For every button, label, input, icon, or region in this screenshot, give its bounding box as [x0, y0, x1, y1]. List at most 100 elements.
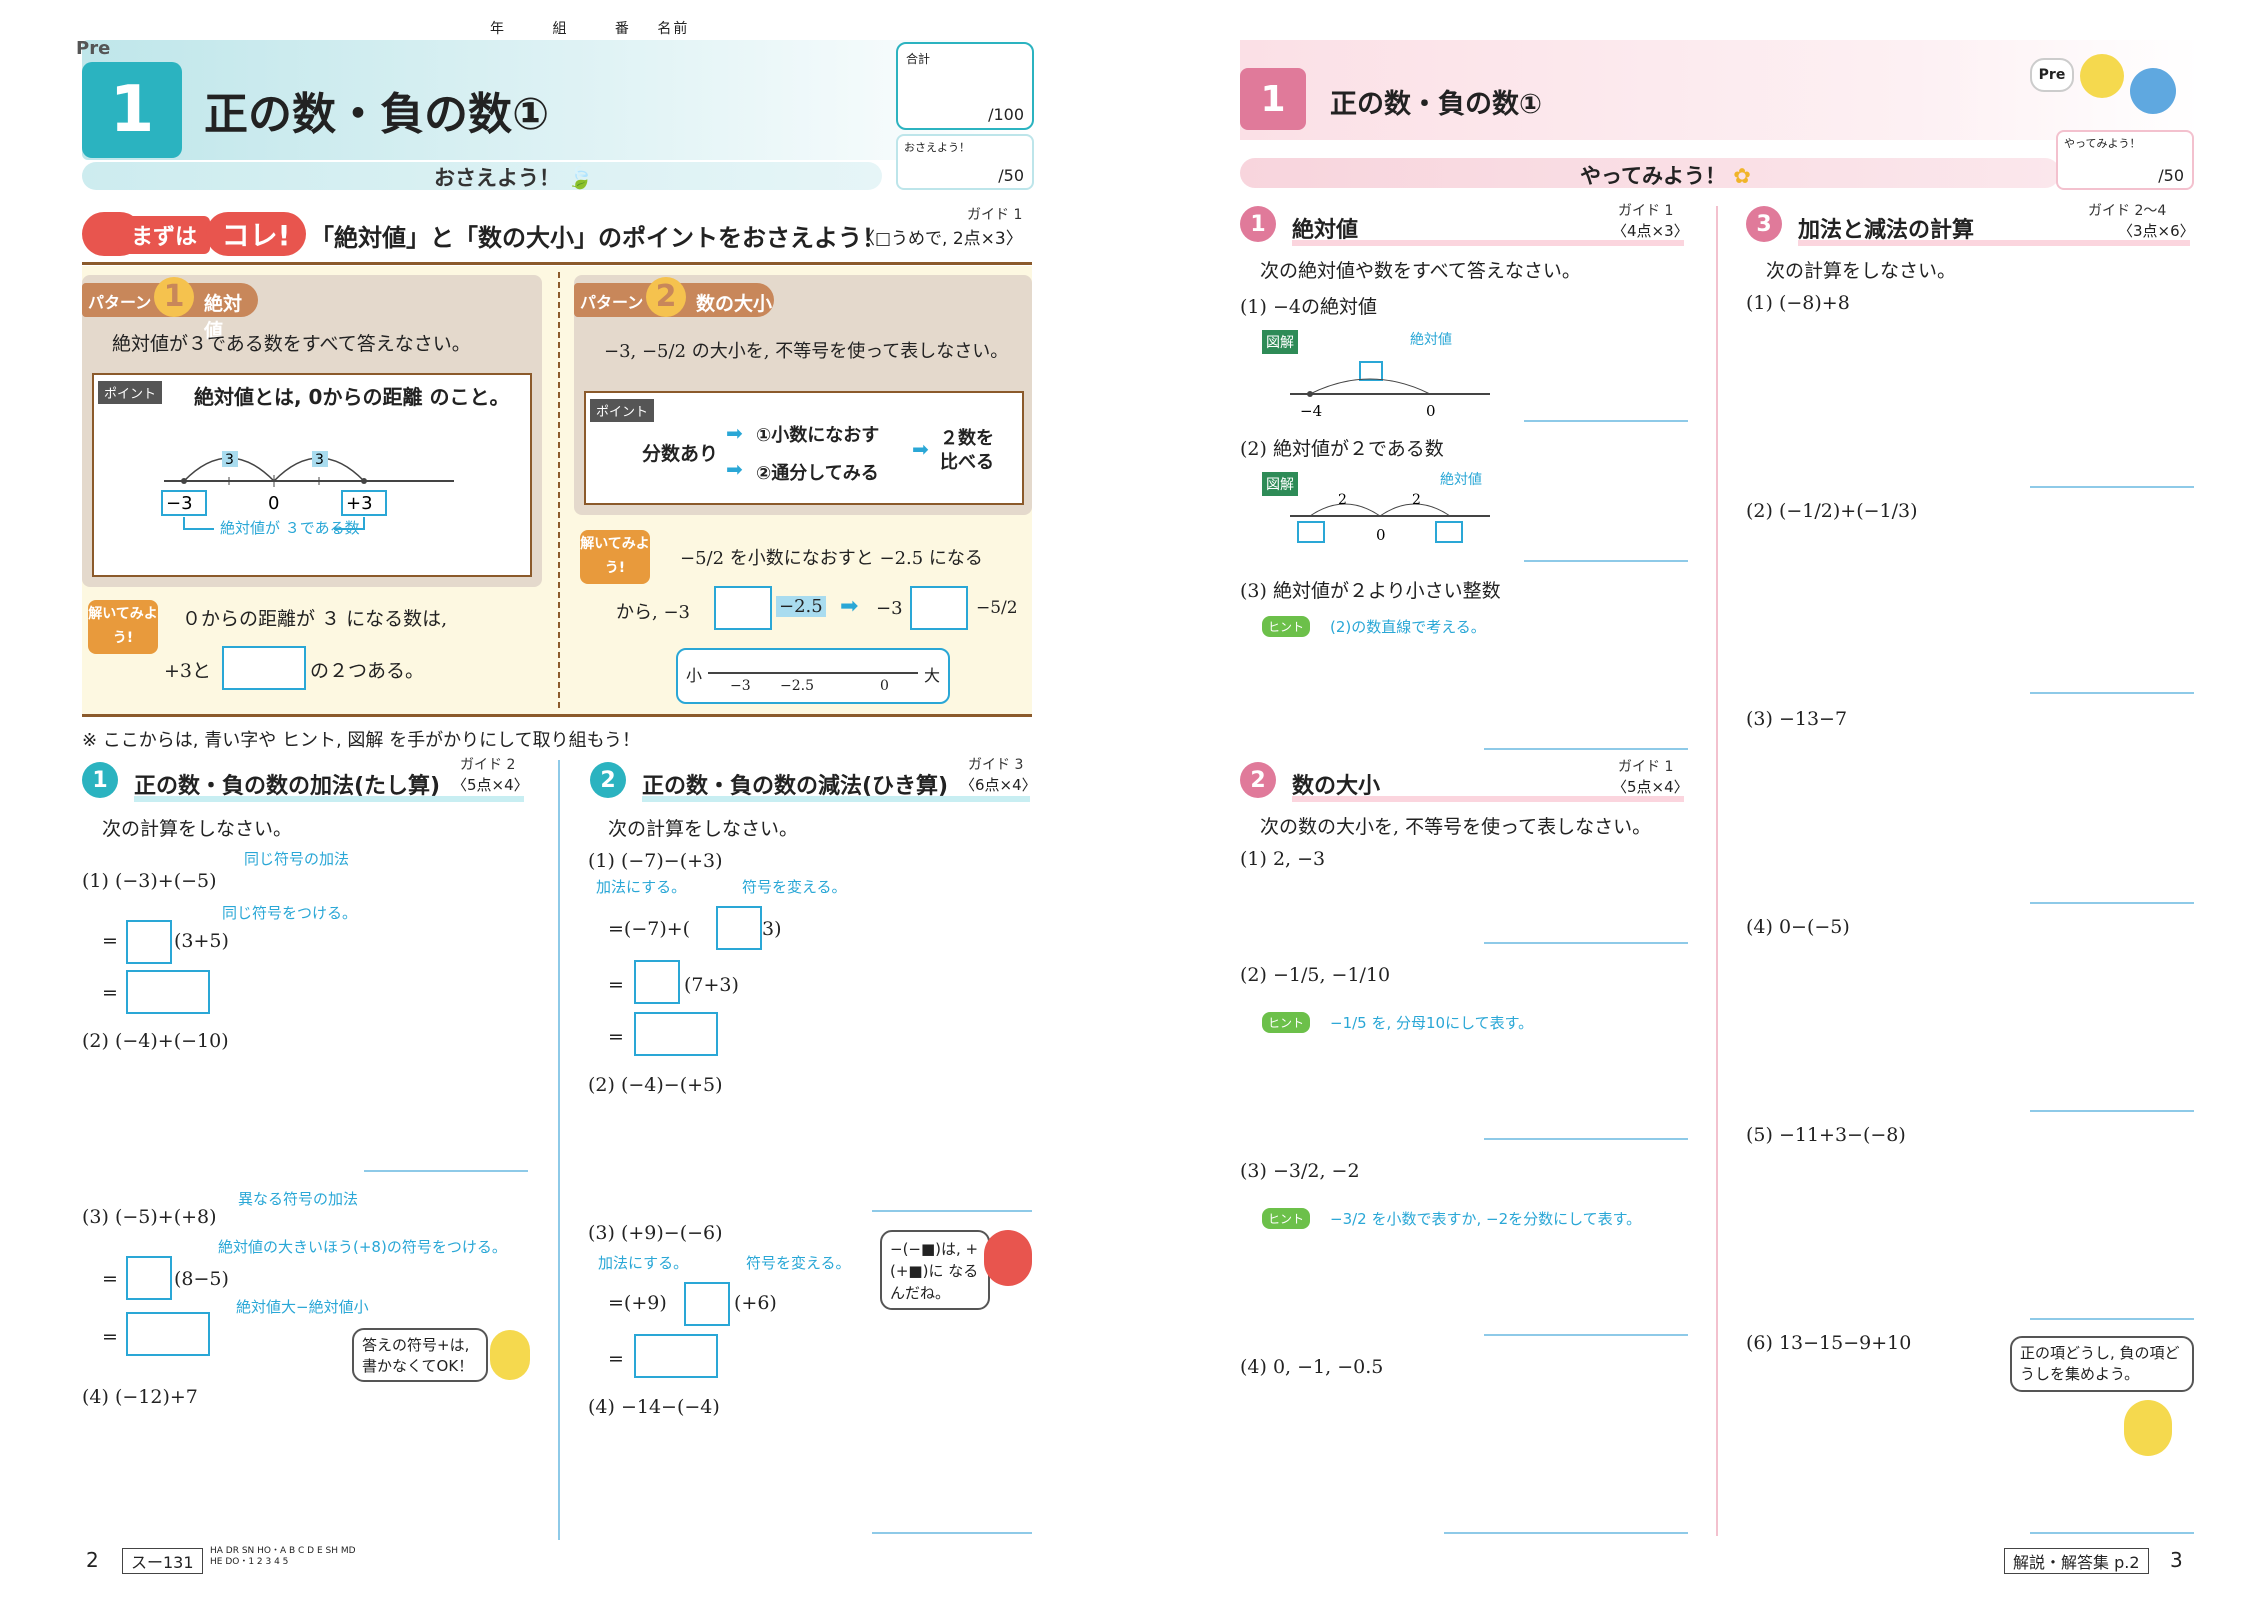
pattern1-num: 1 — [154, 277, 194, 317]
sec1-q3-sign-box[interactable] — [126, 1256, 172, 1300]
hint-icon: ヒント — [1262, 1208, 1311, 1229]
r-sec3-q6-answer-line[interactable] — [2030, 1532, 2194, 1534]
r-sec1-q3-answer-line[interactable] — [1484, 748, 1688, 750]
r-sec3-q4-answer-line[interactable] — [2030, 1110, 2194, 1112]
r-sec3-bubble: 正の項どうし, 負の項どうしを集めよう。 — [2010, 1336, 2194, 1392]
pattern2-point: ポイント 分数あり ➡ ➡ ①小数になおす ②通分してみる ➡ ２数を比べる — [584, 391, 1024, 505]
sec2-q2-answer-line[interactable] — [872, 1210, 1032, 1212]
toite2-box2[interactable] — [910, 586, 968, 630]
d1-label: 絶対値 — [1410, 332, 1452, 348]
sec2-points: 〈6点×4〉 — [960, 776, 1037, 794]
toite1-badge: 解いてみよう! — [88, 600, 158, 654]
pre-label: Pre — [76, 38, 111, 59]
r-sec3-q3-answer-line[interactable] — [2030, 902, 2194, 904]
unit-number: 1 — [82, 62, 182, 158]
sec1-q1-sign-box[interactable] — [126, 920, 172, 964]
arrow-icon: ➡ — [726, 457, 743, 481]
score-total-value: /100 — [988, 105, 1024, 124]
pattern2-opt1: ①小数になおす — [756, 425, 880, 446]
r-sec1-diagram2: 絶対値 2 2 0 — [1290, 472, 1490, 544]
sec2-num: 2 — [590, 762, 626, 798]
arrow-icon: ➡ — [912, 437, 929, 461]
sec2-q3: (3) (+9)−(−6) — [588, 1222, 723, 1244]
mazu-badge: まずは — [118, 216, 210, 254]
r-sec2-q2-answer-line[interactable] — [1484, 1138, 1688, 1140]
r-score-value: /50 — [2158, 166, 2184, 185]
p1-arc-right: 3 — [315, 452, 324, 468]
score-total-box[interactable]: 合計 /100 — [896, 42, 1034, 130]
sec1-bubble: 答えの符号+は, 書かなくてOK！ — [352, 1328, 488, 1382]
mazu-guide[interactable]: ガイド 1 — [967, 204, 1022, 224]
r-sec1-q1-answer-line[interactable] — [1524, 420, 1688, 422]
pattern1-label: パターン — [88, 293, 152, 312]
r-sec2-q1-answer-line[interactable] — [1484, 942, 1688, 944]
sec1-points: 〈5点×4〉 — [452, 776, 529, 794]
r-sec2-q3-answer-line[interactable] — [1484, 1334, 1688, 1336]
p1-arc-left: 3 — [225, 452, 234, 468]
toite1-answer-box[interactable] — [222, 646, 306, 690]
p1-caption: 絶対値が ３である数 — [220, 519, 360, 535]
sec2-q3-sign-box[interactable] — [684, 1282, 730, 1326]
sec1-q4: (4) (−12)+7 — [82, 1386, 198, 1408]
pattern1-tab: パターン 1 絶対値 — [82, 277, 258, 342]
sec2-q1-sign-box2[interactable] — [634, 960, 680, 1004]
r-sec3-q5-answer-line[interactable] — [2030, 1318, 2194, 1320]
score-osae-box[interactable]: おさえよう！ /50 — [896, 134, 1034, 190]
r-sec1-q2-answer-line[interactable] — [1524, 560, 1688, 562]
toite2-box1[interactable] — [714, 586, 772, 630]
pattern2-label: パターン — [580, 293, 644, 312]
sec1-q3-step: (8−5) — [174, 1268, 229, 1290]
strawberry-icon — [984, 1230, 1032, 1286]
pattern1-point: ポイント 絶対値とは, 0からの距離 のこと。 3 3 −3 0 +3 絶対値が… — [92, 373, 532, 577]
pattern1-question: 絶対値が３である数をすべて答えなさい。 — [112, 333, 471, 355]
sec2-guide[interactable]: ガイド 3 — [968, 754, 1023, 774]
score-osae-value: /50 — [998, 166, 1024, 185]
p1-right-val: +3 — [346, 493, 373, 514]
kore-badge: コレ! — [206, 212, 306, 256]
toite2-line2a: から, −3 — [616, 602, 690, 623]
numline-small: 小 — [686, 666, 703, 685]
bee-flowers-icon — [2080, 48, 2190, 130]
r-sec3-q2-answer-line[interactable] — [2030, 692, 2194, 694]
sec2-q4-answer-line[interactable] — [872, 1532, 1032, 1534]
sec2-q1-step1b: 3) — [762, 918, 782, 940]
r-score-box[interactable]: やってみよう！ /50 — [2056, 130, 2194, 190]
pattern2-point-label: ポイント — [590, 399, 655, 422]
sec1-q2-answer-line[interactable] — [364, 1170, 528, 1172]
sec2-q3-step1a: =(+9) — [608, 1292, 667, 1314]
toite2-line2c: −3 — [876, 598, 903, 619]
r-sec3-q1-answer-line[interactable] — [2030, 486, 2194, 488]
sec1-q3-note3: 絶対値大−絶対値小 — [236, 1298, 369, 1316]
sec1-q1-answer-box[interactable] — [126, 970, 210, 1014]
sec2-underline — [642, 796, 1030, 802]
r-sec3-num: 3 — [1746, 206, 1782, 242]
hint-icon: ヒント — [1262, 1012, 1311, 1033]
r-sec2-guide[interactable]: ガイド 1 — [1618, 756, 1673, 776]
r-yatte-label: やってみよう！ ✿ — [1580, 164, 1751, 188]
sec2-q3-answer-box[interactable] — [634, 1334, 718, 1378]
toite2-line2b: −2.5 — [776, 596, 826, 617]
sec1-guide[interactable]: ガイド 2 — [460, 754, 515, 774]
right-column-divider — [1716, 206, 1718, 1536]
d2-zero: 0 — [1376, 526, 1386, 544]
field-number: 番 — [614, 21, 631, 37]
numline-b: −2.5 — [780, 678, 814, 694]
r-sec2-q4-answer-line[interactable] — [1444, 1532, 1688, 1534]
bee-icon — [2124, 1400, 2172, 1456]
r-sec1-hint3: (2)の数直線で考える。 — [1330, 618, 1486, 636]
r-sec1-guide[interactable]: ガイド 1 — [1618, 200, 1673, 220]
field-year: 年 — [490, 21, 506, 37]
sec2-q1-sign-box[interactable] — [716, 906, 762, 950]
pattern1-card: パターン 1 絶対値 絶対値が３である数をすべて答えなさい。 ポイント 絶対値と… — [82, 275, 542, 587]
r-sec1-q1: (1) −4の絶対値 — [1240, 296, 1377, 318]
numline-axis — [708, 672, 918, 674]
sec2-q1-answer-box[interactable] — [634, 1012, 718, 1056]
left-page-number: 2 — [86, 1548, 99, 1572]
sec1-q3: (3) (−5)+(+8) — [82, 1206, 217, 1228]
sec2-q3-note1: 加法にする。 — [598, 1254, 689, 1272]
r-pre-label: Pre — [2030, 58, 2074, 92]
sec1-underline — [134, 796, 524, 802]
sec1-q3-answer-box[interactable] — [126, 1312, 210, 1356]
r-sec3-guide[interactable]: ガイド 2〜4 — [2088, 200, 2166, 220]
sec2-q3-note2: 符号を変える。 — [746, 1254, 851, 1272]
